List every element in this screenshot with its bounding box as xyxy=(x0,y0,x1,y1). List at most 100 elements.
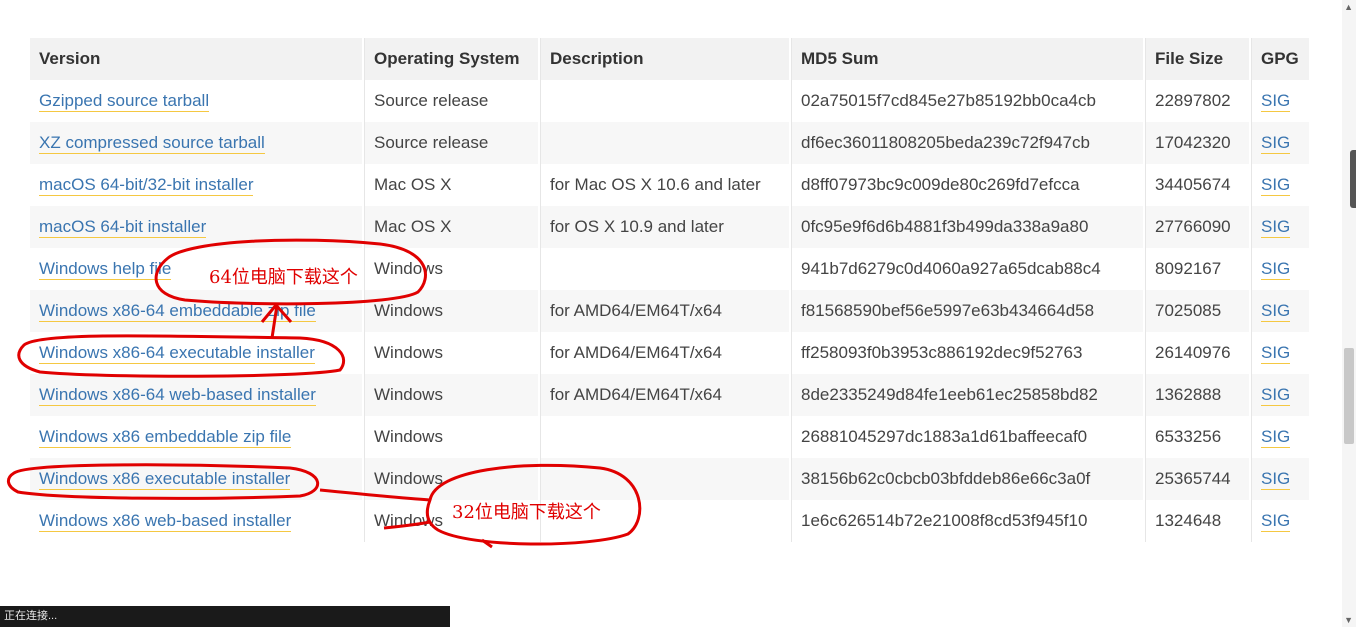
cell-size-text: 34405674 xyxy=(1155,175,1231,194)
table-row: Windows help file Windows 941b7d6279c0d406… xyxy=(30,248,1309,290)
cell-md5-text: f81568590bef56e5997e63b434664d58 xyxy=(801,301,1095,320)
cell-version: Windows help file xyxy=(30,248,364,290)
cell-size-text: 27766090 xyxy=(1155,217,1231,236)
scroll-down-arrow-icon[interactable]: ▼ xyxy=(1344,615,1353,625)
cell-size: 26140976 xyxy=(1145,332,1251,374)
download-link[interactable]: macOS 64-bit/32-bit installer xyxy=(39,175,254,196)
scroll-up-arrow-icon[interactable]: ▲ xyxy=(1344,2,1353,12)
sig-link[interactable]: SIG xyxy=(1261,427,1291,448)
cell-md5-text: ff258093f0b3953c886192dec9f52763 xyxy=(801,343,1083,362)
cell-description: for Mac OS X 10.6 and later xyxy=(540,164,791,206)
cell-os: Windows xyxy=(364,374,540,416)
cell-size-text: 22897802 xyxy=(1155,91,1231,110)
header-md5-sum: MD5 Sum xyxy=(791,38,1145,80)
table-row: macOS 64-bit installer Mac OS X for OS X 1… xyxy=(30,206,1309,248)
cell-description xyxy=(540,416,791,458)
cell-md5-text: 1e6c626514b72e21008f8cd53f945f10 xyxy=(801,511,1088,530)
cell-version: Windows x86-64 web-based installer xyxy=(30,374,364,416)
cell-os: Source release xyxy=(364,122,540,164)
table-row: Windows x86-64 executable installer Windo… xyxy=(30,332,1309,374)
cell-os-text: Windows xyxy=(374,301,443,320)
download-link[interactable]: Windows x86-64 embeddable zip file xyxy=(39,301,316,322)
cell-size-text: 7025085 xyxy=(1155,301,1222,320)
cell-description xyxy=(540,80,791,122)
cell-description xyxy=(540,458,791,500)
cell-gpg: SIG xyxy=(1251,500,1309,542)
cell-size: 6533256 xyxy=(1145,416,1251,458)
scrollbar-thumb[interactable] xyxy=(1344,348,1354,444)
cell-version: Windows x86-64 embeddable zip file xyxy=(30,290,364,332)
cell-gpg: SIG xyxy=(1251,248,1309,290)
browser-status-bar: 正在连接... xyxy=(0,606,450,627)
download-link[interactable]: Windows x86-64 web-based installer xyxy=(39,385,316,406)
cell-md5: 941b7d6279c0d4060a927a65dcab88c4 xyxy=(791,248,1145,290)
cell-os-text: Windows xyxy=(374,427,443,446)
cell-version: Windows x86 executable installer xyxy=(30,458,364,500)
cell-size-text: 1362888 xyxy=(1155,385,1222,404)
download-link[interactable]: XZ compressed source tarball xyxy=(39,133,265,154)
sig-link[interactable]: SIG xyxy=(1261,511,1291,532)
table-row: Windows x86-64 web-based installer Window… xyxy=(30,374,1309,416)
cell-version: Windows x86-64 executable installer xyxy=(30,332,364,374)
cell-os-text: Windows xyxy=(374,469,443,488)
sig-link[interactable]: SIG xyxy=(1261,91,1291,112)
cell-md5: 26881045297dc1883a1d61baffeecaf0 xyxy=(791,416,1145,458)
sig-link[interactable]: SIG xyxy=(1261,469,1291,490)
cell-description xyxy=(540,500,791,542)
downloads-table: Version Operating System Description MD5… xyxy=(30,38,1309,542)
cell-md5-text: 8de2335249d84fe1eeb61ec25858bd82 xyxy=(801,385,1098,404)
cell-gpg: SIG xyxy=(1251,122,1309,164)
download-link[interactable]: Windows x86 executable installer xyxy=(39,469,291,490)
cell-version: Windows x86 embeddable zip file xyxy=(30,416,364,458)
download-link[interactable]: macOS 64-bit installer xyxy=(39,217,207,238)
cell-size: 25365744 xyxy=(1145,458,1251,500)
side-tab-handle[interactable] xyxy=(1350,150,1356,208)
sig-link[interactable]: SIG xyxy=(1261,217,1291,238)
cell-size: 1324648 xyxy=(1145,500,1251,542)
cell-description: for AMD64/EM64T/x64 xyxy=(540,332,791,374)
download-link[interactable]: Windows x86 web-based installer xyxy=(39,511,292,532)
cell-md5: 02a75015f7cd845e27b85192bb0ca4cb xyxy=(791,80,1145,122)
cell-gpg: SIG xyxy=(1251,80,1309,122)
cell-md5: 0fc95e9f6d6b4881f3b499da338a9a80 xyxy=(791,206,1145,248)
cell-version: XZ compressed source tarball xyxy=(30,122,364,164)
download-link[interactable]: Windows x86 embeddable zip file xyxy=(39,427,292,448)
download-link[interactable]: Windows x86-64 executable installer xyxy=(39,343,315,364)
sig-link[interactable]: SIG xyxy=(1261,343,1291,364)
cell-description: for OS X 10.9 and later xyxy=(540,206,791,248)
cell-md5: d8ff07973bc9c009de80c269fd7efcca xyxy=(791,164,1145,206)
cell-md5-text: 941b7d6279c0d4060a927a65dcab88c4 xyxy=(801,259,1101,278)
cell-version: Gzipped source tarball xyxy=(30,80,364,122)
table-row: Windows x86-64 embeddable zip file Window… xyxy=(30,290,1309,332)
vertical-scrollbar[interactable]: ▲ ▼ xyxy=(1342,0,1356,627)
sig-link[interactable]: SIG xyxy=(1261,133,1291,154)
header-operating-system: Operating System xyxy=(364,38,540,80)
sig-link[interactable]: SIG xyxy=(1261,175,1291,196)
cell-md5-text: 0fc95e9f6d6b4881f3b499da338a9a80 xyxy=(801,217,1089,236)
table-row: XZ compressed source tarball Source relea… xyxy=(30,122,1309,164)
cell-description-text: for AMD64/EM64T/x64 xyxy=(550,301,722,320)
cell-md5-text: df6ec36011808205beda239c72f947cb xyxy=(801,133,1090,152)
cell-description-text: for Mac OS X 10.6 and later xyxy=(550,175,761,194)
cell-os-text: Windows xyxy=(374,259,443,278)
sig-link[interactable]: SIG xyxy=(1261,259,1291,280)
cell-description-text: for AMD64/EM64T/x64 xyxy=(550,385,722,404)
cell-size: 1362888 xyxy=(1145,374,1251,416)
header-gpg: GPG xyxy=(1251,38,1309,80)
cell-md5-text: d8ff07973bc9c009de80c269fd7efcca xyxy=(801,175,1080,194)
sig-link[interactable]: SIG xyxy=(1261,385,1291,406)
cell-os: Mac OS X xyxy=(364,206,540,248)
download-link[interactable]: Gzipped source tarball xyxy=(39,91,210,112)
cell-os: Windows xyxy=(364,458,540,500)
cell-os: Windows xyxy=(364,332,540,374)
cell-md5: 8de2335249d84fe1eeb61ec25858bd82 xyxy=(791,374,1145,416)
cell-size: 22897802 xyxy=(1145,80,1251,122)
download-link[interactable]: Windows help file xyxy=(39,259,172,280)
cell-gpg: SIG xyxy=(1251,290,1309,332)
cell-size-text: 17042320 xyxy=(1155,133,1231,152)
cell-description-text: for OS X 10.9 and later xyxy=(550,217,724,236)
cell-description-text: for AMD64/EM64T/x64 xyxy=(550,343,722,362)
cell-size: 34405674 xyxy=(1145,164,1251,206)
sig-link[interactable]: SIG xyxy=(1261,301,1291,322)
cell-os-text: Source release xyxy=(374,91,489,110)
